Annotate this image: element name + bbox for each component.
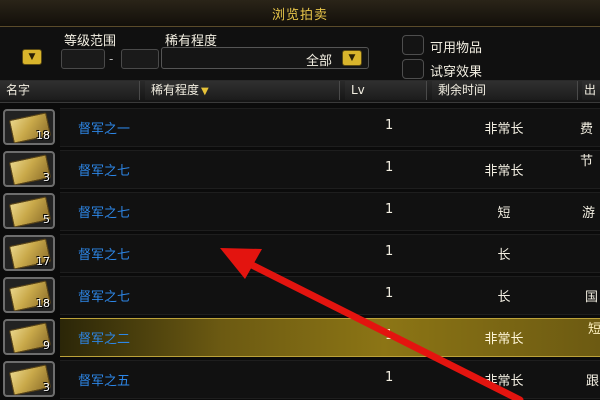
seller-name: 游	[582, 206, 596, 221]
auction-row[interactable]: 18 督军之七 1 长 国	[0, 274, 600, 315]
item-icon-slot[interactable]: 18	[3, 109, 55, 145]
item-stack-count: 3	[43, 171, 50, 184]
auction-row[interactable]: 3 督军之五 1 非常长 跟	[0, 358, 600, 399]
auction-row[interactable]: 18 督军之一 1 非常长 费	[0, 106, 600, 147]
try-on-checkbox[interactable]	[402, 59, 424, 79]
results-header: 名字 稀有程度 ▼ Lv 剩余时间 出	[0, 80, 600, 103]
column-header-time-left[interactable]: 剩余时间	[432, 81, 578, 100]
column-header-seller[interactable]: 出	[582, 81, 600, 100]
auction-row[interactable]: 5 督军之七 1 短 游	[0, 190, 600, 231]
item-level: 1	[385, 328, 394, 343]
window-title-bar: 浏览拍卖	[0, 0, 600, 27]
column-header-name-label: 名字	[6, 83, 31, 97]
auction-row[interactable]: 17 督军之七 1 长	[0, 232, 600, 273]
item-name[interactable]: 督军之七	[78, 202, 130, 221]
sort-arrow-icon: ▼	[201, 86, 209, 97]
item-name[interactable]: 督军之七	[78, 160, 130, 179]
item-stack-count: 17	[36, 255, 50, 268]
item-level: 1	[385, 202, 394, 217]
seller-name: 跟	[586, 374, 600, 389]
seller-name: 短	[588, 322, 600, 337]
item-name[interactable]: 督军之一	[78, 118, 130, 137]
level-range-separator: -	[109, 52, 114, 66]
level-max-input[interactable]	[121, 49, 159, 69]
item-icon-slot[interactable]: 3	[3, 151, 55, 187]
item-stack-count: 5	[43, 213, 50, 226]
item-name[interactable]: 督军之七	[78, 286, 130, 305]
item-level: 1	[385, 286, 394, 301]
level-min-input[interactable]	[61, 49, 105, 69]
time-left: 非常长	[484, 332, 524, 347]
auction-row[interactable]: 3 督军之七 1 非常长 节	[0, 148, 600, 189]
item-stack-count: 18	[36, 297, 50, 310]
column-header-rarity-label: 稀有程度	[151, 83, 200, 97]
time-left: 非常长	[484, 164, 524, 179]
item-level: 1	[385, 118, 394, 133]
item-stack-count: 18	[36, 129, 50, 142]
item-icon-slot[interactable]: 3	[3, 361, 55, 397]
item-level: 1	[385, 370, 394, 385]
filter-panel: ▼ 等级范围 - 稀有程度 全部 ▼ 可用物品 试穿效果	[0, 27, 600, 80]
rarity-dropdown-value: 全部	[305, 54, 332, 69]
window-title: 浏览拍卖	[271, 7, 328, 23]
seller-name: 国	[585, 290, 599, 305]
item-icon-slot[interactable]: 9	[3, 319, 55, 355]
dropdown-arrow-icon[interactable]: ▼	[22, 49, 42, 65]
item-name[interactable]: 督军之五	[78, 370, 130, 389]
column-header-name[interactable]: 名字	[0, 81, 140, 100]
usable-items-label: 可用物品	[430, 41, 483, 56]
item-level: 1	[385, 244, 394, 259]
try-on-label: 试穿效果	[430, 65, 483, 80]
auction-row-selected[interactable]: 9 督军之二 1 非常长 短	[0, 316, 600, 357]
item-name[interactable]: 督军之二	[78, 328, 130, 347]
item-icon-slot[interactable]: 17	[3, 235, 55, 271]
item-name[interactable]: 督军之七	[78, 244, 130, 263]
seller-name: 节	[580, 154, 594, 169]
time-left: 非常长	[484, 374, 524, 389]
usable-items-checkbox[interactable]	[402, 35, 424, 55]
column-header-seller-label: 出	[584, 83, 597, 97]
column-header-level[interactable]: Lv	[345, 81, 427, 100]
column-header-rarity[interactable]: 稀有程度 ▼	[145, 81, 340, 100]
column-header-level-label: Lv	[351, 83, 365, 97]
time-left: 长	[497, 248, 511, 263]
item-level: 1	[385, 160, 394, 175]
item-icon-slot[interactable]: 18	[3, 277, 55, 313]
time-left: 长	[497, 290, 511, 305]
item-icon-slot[interactable]: 5	[3, 193, 55, 229]
chevron-down-icon[interactable]: ▼	[342, 50, 362, 66]
item-stack-count: 9	[43, 339, 50, 352]
rarity-dropdown[interactable]: 全部 ▼	[161, 47, 369, 69]
seller-name: 费	[580, 122, 594, 137]
level-range-label: 等级范围	[64, 34, 117, 49]
time-left: 非常长	[484, 122, 524, 137]
item-stack-count: 3	[43, 381, 50, 394]
column-header-time-left-label: 剩余时间	[438, 83, 487, 97]
time-left: 短	[497, 206, 511, 221]
